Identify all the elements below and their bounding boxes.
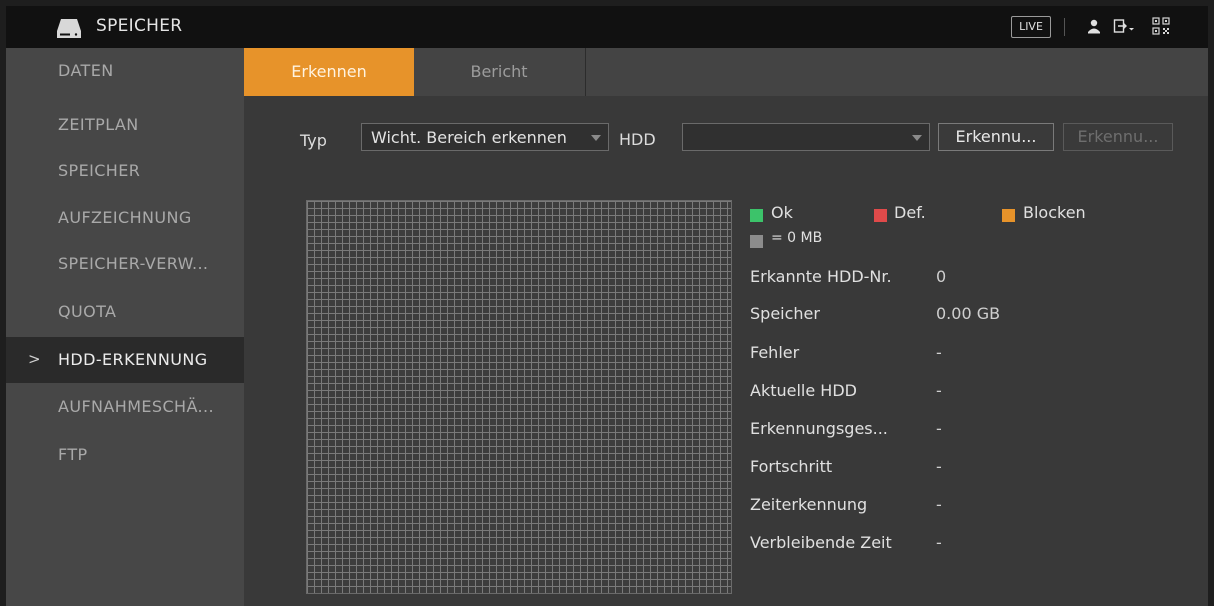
- sidebar-item-label: HDD-ERKENNUNG: [58, 350, 208, 369]
- legend-ok-swatch: [750, 209, 763, 222]
- detection-speed-label: Erkennungsges...: [750, 419, 888, 438]
- capacity-value: 0.00 GB: [936, 304, 1001, 323]
- legend-def-label: Def.: [894, 203, 926, 222]
- sidebar-item-label: QUOTA: [58, 302, 117, 321]
- hdd-dropdown[interactable]: [682, 123, 930, 151]
- legend-unit-label: = 0 MB: [771, 230, 823, 246]
- sidebar-item-aufzeichnung[interactable]: AUFZEICHNUNG: [6, 195, 244, 241]
- detect-button[interactable]: Erkennu...: [938, 123, 1054, 151]
- main-panel: Erkennen Bericht Typ Wicht. Bereich erke…: [244, 48, 1208, 606]
- tab-bar: Erkennen Bericht: [244, 48, 1208, 96]
- detection-time-label: Zeiterkennung: [750, 495, 868, 514]
- sidebar-item-ftp[interactable]: FTP: [6, 432, 244, 478]
- qr-code-icon[interactable]: [1152, 17, 1170, 35]
- legend-ok-label: Ok: [771, 203, 793, 222]
- capacity-label: Speicher: [750, 304, 820, 323]
- user-icon[interactable]: [1086, 18, 1102, 34]
- current-hdd-value: -: [936, 381, 942, 400]
- sidebar-item-label: DATEN: [58, 61, 114, 80]
- exit-icon[interactable]: [1113, 18, 1135, 34]
- app-window: SPEICHER LIVE DATEN ZEITPLAN SPEICHER AU…: [6, 6, 1208, 606]
- sidebar-item-label: AUFNAHMESCHÄ...: [58, 397, 214, 416]
- sidebar-item-daten[interactable]: DATEN: [6, 48, 244, 94]
- sidebar-item-speicher-verwaltung[interactable]: SPEICHER-VERW...: [6, 241, 244, 287]
- sidebar-item-zeitplan[interactable]: ZEITPLAN: [6, 102, 244, 148]
- sidebar-item-hdd-erkennung[interactable]: > HDD-ERKENNUNG: [6, 337, 244, 383]
- remaining-time-label: Verbleibende Zeit: [750, 533, 892, 552]
- sidebar-item-quota[interactable]: QUOTA: [6, 289, 244, 335]
- chevron-right-icon: >: [28, 350, 41, 368]
- detection-time-value: -: [936, 495, 942, 514]
- legend-block-label: Blocken: [1023, 203, 1086, 222]
- progress-label: Fortschritt: [750, 457, 833, 476]
- legend-def-swatch: [874, 209, 887, 222]
- type-dropdown-value: Wicht. Bereich erkennen: [371, 128, 567, 147]
- detected-hdd-number-label: Erkannte HDD-Nr.: [750, 267, 892, 286]
- sidebar-item-label: AUFZEICHNUNG: [58, 208, 192, 227]
- sidebar: DATEN ZEITPLAN SPEICHER AUFZEICHNUNG SPE…: [6, 48, 244, 606]
- toolbar-divider: [1064, 18, 1065, 36]
- current-hdd-label: Aktuelle HDD: [750, 381, 857, 400]
- sidebar-item-label: ZEITPLAN: [58, 115, 139, 134]
- remaining-time-value: -: [936, 533, 942, 552]
- errors-label: Fehler: [750, 343, 800, 362]
- sidebar-item-label: SPEICHER-VERW...: [58, 254, 209, 273]
- chevron-down-icon: [591, 135, 601, 141]
- legend-unit-swatch: [750, 235, 763, 248]
- sidebar-item-label: SPEICHER: [58, 161, 141, 180]
- tab-divider: [585, 48, 586, 96]
- page-title: SPEICHER: [96, 16, 183, 36]
- sidebar-item-aufnahmeschaetzung[interactable]: AUFNAHMESCHÄ...: [6, 384, 244, 430]
- hdd-icon: [57, 19, 81, 38]
- progress-value: -: [936, 457, 942, 476]
- errors-value: -: [936, 343, 942, 362]
- top-bar: SPEICHER LIVE: [6, 6, 1208, 48]
- detected-hdd-number-value: 0: [936, 267, 947, 286]
- tab-bericht[interactable]: Bericht: [414, 48, 584, 96]
- type-label: Typ: [300, 131, 327, 150]
- chevron-down-icon: [912, 135, 922, 141]
- tab-erkennen[interactable]: Erkennen: [244, 48, 414, 96]
- detection-speed-value: -: [936, 419, 942, 438]
- live-button[interactable]: LIVE: [1011, 16, 1051, 38]
- hdd-label: HDD: [619, 130, 656, 149]
- type-dropdown[interactable]: Wicht. Bereich erkennen: [361, 123, 609, 151]
- detect-button-secondary[interactable]: Erkennu...: [1063, 123, 1173, 151]
- sidebar-item-speicher[interactable]: SPEICHER: [6, 148, 244, 194]
- hdd-sector-grid: [306, 200, 732, 594]
- sidebar-item-label: FTP: [58, 445, 88, 464]
- legend-block-swatch: [1002, 209, 1015, 222]
